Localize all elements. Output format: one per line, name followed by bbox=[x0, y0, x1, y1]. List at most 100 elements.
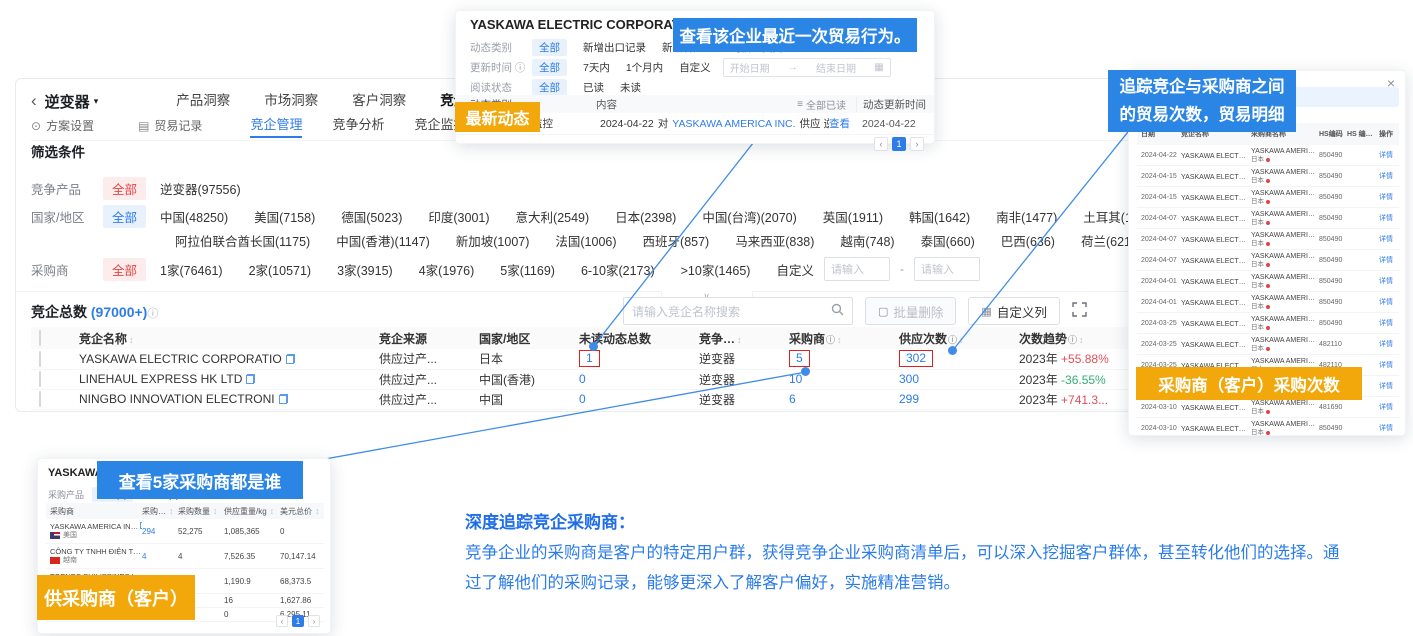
competitor-name[interactable]: YASKAWA ELECTRIC CORP... bbox=[1181, 153, 1251, 160]
filter-item[interactable]: 法国(1006) bbox=[555, 231, 616, 250]
prev-page-button[interactable]: ‹ bbox=[874, 137, 888, 151]
buyer-name[interactable]: YASKAWA AMERICA INC. bbox=[1251, 272, 1317, 283]
buyer-name[interactable]: YASKAWA AMERICA INC. bbox=[1251, 314, 1317, 325]
filter-item[interactable]: 逆变器(97556) bbox=[160, 179, 241, 198]
buyer-name[interactable]: YASKAWA AMERICA INC. bbox=[1251, 293, 1317, 304]
competitor-name[interactable]: YASKAWA ELECTRIC CORP... bbox=[1181, 405, 1251, 412]
next-page-button[interactable]: › bbox=[910, 137, 924, 151]
filter-all-chip[interactable]: 全部 bbox=[103, 258, 146, 281]
sort-icon[interactable]: ↕ bbox=[213, 506, 218, 516]
filter-item[interactable]: 西班牙(857) bbox=[643, 231, 710, 250]
prev-page-button[interactable]: ‹ bbox=[276, 615, 288, 627]
sort-icon[interactable]: ↕ bbox=[270, 506, 275, 516]
buyers-value[interactable]: 5 bbox=[789, 350, 810, 367]
competitor-name[interactable]: YASKAWA ELECTRIC CORP... bbox=[1181, 195, 1251, 202]
buyer-name[interactable]: YASKAWA AMERICA INC. bbox=[1251, 335, 1317, 346]
detail-link[interactable]: 详情 bbox=[1379, 171, 1399, 181]
competitor-name[interactable]: YASKAWA ELECTRIC CORP... bbox=[1181, 342, 1251, 349]
buyer-times[interactable]: 294 bbox=[142, 527, 178, 536]
col-header-t1[interactable]: 次数趋势ⓘ↕ bbox=[1011, 327, 1136, 349]
buyers-value[interactable]: 10 bbox=[789, 372, 802, 386]
filter-item[interactable]: 2家(10571) bbox=[249, 260, 312, 279]
col-header-product[interactable]: 竞争…↕ bbox=[691, 327, 781, 349]
filter-all-chip[interactable]: 全部 bbox=[103, 177, 146, 200]
dyn-option-新增出口记录[interactable]: 新增出口记录 bbox=[583, 40, 646, 55]
search-input[interactable]: 请输入竞企名称搜索 bbox=[623, 297, 853, 325]
dyn-option-未读[interactable]: 未读 bbox=[620, 80, 641, 95]
detail-link[interactable]: 详情 bbox=[1379, 213, 1399, 223]
supply-value[interactable]: 299 bbox=[899, 392, 919, 406]
filter-item[interactable]: 巴西(636) bbox=[1001, 231, 1055, 250]
filter-item[interactable]: 泰国(660) bbox=[921, 231, 975, 250]
custom-columns-button[interactable]: ▦ 自定义列 bbox=[968, 297, 1059, 325]
range-max-input[interactable]: 请输入 bbox=[914, 257, 980, 281]
page-1-button[interactable]: 1 bbox=[892, 137, 906, 151]
copy-icon[interactable] bbox=[279, 394, 288, 404]
competitor-name[interactable]: YASKAWA ELECTRIC CORP... bbox=[1181, 237, 1251, 244]
col-header-buyers[interactable]: 采购商ⓘ↕ bbox=[781, 327, 891, 349]
filter-item[interactable]: 意大利(2549) bbox=[516, 207, 590, 226]
buyer-name[interactable]: YASKAWA AMERICA INC. bbox=[1251, 167, 1317, 178]
supply-value[interactable]: 302 bbox=[899, 350, 933, 367]
detail-link[interactable]: 详情 bbox=[1379, 234, 1399, 244]
dyn-option-7天内[interactable]: 7天内 bbox=[583, 60, 610, 75]
filter-item[interactable]: 南非(1477) bbox=[996, 207, 1057, 226]
view-link[interactable]: 查看 bbox=[829, 116, 850, 131]
buyer-name[interactable]: YASKAWA AMERICA INC. bbox=[1251, 251, 1317, 262]
competitor-name[interactable]: YASKAWA ELECTRIC CORP... bbox=[1181, 258, 1251, 265]
unread-value[interactable]: 1 bbox=[579, 350, 600, 367]
filter-item[interactable]: 4家(1976) bbox=[419, 260, 475, 279]
sort-icon[interactable]: ↕ bbox=[315, 506, 320, 516]
filter-item[interactable]: 5家(1169) bbox=[500, 260, 555, 279]
buyer-name[interactable]: YASKAWA AMERICA INC. bbox=[1251, 419, 1317, 430]
chevron-down-icon[interactable]: ▾ bbox=[94, 96, 99, 107]
filter-item[interactable]: 韩国(1642) bbox=[909, 207, 970, 226]
detail-link[interactable]: 详情 bbox=[1379, 402, 1399, 412]
competitor-name[interactable]: YASKAWA ELECTRIC CORP... bbox=[1181, 300, 1251, 307]
buyers-value[interactable]: 6 bbox=[789, 392, 796, 406]
supply-value[interactable]: 300 bbox=[899, 372, 919, 386]
subtab-竞企管理[interactable]: 竞企管理 bbox=[250, 114, 302, 138]
unread-value[interactable]: 0 bbox=[579, 372, 586, 386]
col-header-country[interactable]: 国家/地区 bbox=[471, 327, 571, 349]
buyer-name[interactable]: CÔNG TY TNHH ĐIỆN TỬ UMC VIỆT NAM bbox=[50, 547, 142, 557]
filter-item[interactable]: >10家(1465) bbox=[681, 260, 751, 279]
competitor-name[interactable]: YASKAWA ELECTRIC CORP... bbox=[1181, 216, 1251, 223]
filter-item[interactable]: 日本(2398) bbox=[615, 207, 676, 226]
tab-客户洞察[interactable]: 客户洞察 bbox=[352, 89, 406, 113]
filter-item[interactable]: 美国(7158) bbox=[254, 207, 315, 226]
sort-icon[interactable]: ↕ bbox=[129, 335, 134, 345]
row-checkbox[interactable] bbox=[39, 371, 41, 387]
dynamics-company-link[interactable]: YASKAWA AMERICA INC. bbox=[672, 118, 795, 130]
unread-value[interactable]: 0 bbox=[579, 392, 586, 406]
batch-delete-button[interactable]: ▢ 批量删除 bbox=[865, 297, 956, 325]
filter-item[interactable]: 1家(76461) bbox=[160, 260, 223, 279]
buyer-name[interactable]: YASKAWA AMERICA INC. bbox=[50, 522, 142, 532]
buyer-name[interactable]: YASKAWA AMERICA INC. bbox=[1251, 188, 1317, 199]
next-page-button[interactable]: › bbox=[308, 615, 320, 627]
competitor-name[interactable]: YASKAWA ELECTRIC CORP... bbox=[1181, 321, 1251, 328]
buyer-name[interactable]: YASKAWA AMERICA INC. bbox=[1251, 146, 1317, 157]
filter-item[interactable]: 德国(5023) bbox=[341, 207, 402, 226]
tab-产品洞察[interactable]: 产品洞察 bbox=[176, 89, 230, 113]
detail-link[interactable]: 详情 bbox=[1379, 381, 1399, 391]
filter-item[interactable]: 6-10家(2173) bbox=[581, 260, 655, 279]
detail-link[interactable]: 详情 bbox=[1379, 423, 1399, 433]
company-name[interactable]: LINEHAUL EXPRESS HK LTD bbox=[79, 372, 242, 386]
fullscreen-icon[interactable] bbox=[1072, 302, 1087, 320]
subtab-竞争分析[interactable]: 竞争分析 bbox=[332, 114, 384, 138]
sort-icon[interactable]: ↕ bbox=[837, 335, 842, 345]
filter-item[interactable]: 马来西亚(838) bbox=[735, 231, 814, 250]
filter-item[interactable]: 越南(748) bbox=[840, 231, 894, 250]
dyn-option-1个月内[interactable]: 1个月内 bbox=[626, 60, 663, 75]
range-min-input[interactable]: 请输入 bbox=[824, 257, 890, 281]
filter-item[interactable]: 新加坡(1007) bbox=[456, 231, 530, 250]
mark-all-read[interactable]: ≡全部已读 bbox=[797, 97, 846, 112]
detail-link[interactable]: 详情 bbox=[1379, 318, 1399, 328]
detail-link[interactable]: 详情 bbox=[1379, 192, 1399, 202]
detail-link[interactable]: 详情 bbox=[1379, 339, 1399, 349]
page-1-button[interactable]: 1 bbox=[292, 615, 304, 627]
detail-link[interactable]: 详情 bbox=[1379, 297, 1399, 307]
dyn-option-全部[interactable]: 全部 bbox=[532, 39, 567, 56]
dyn-option-全部[interactable]: 全部 bbox=[532, 79, 567, 96]
